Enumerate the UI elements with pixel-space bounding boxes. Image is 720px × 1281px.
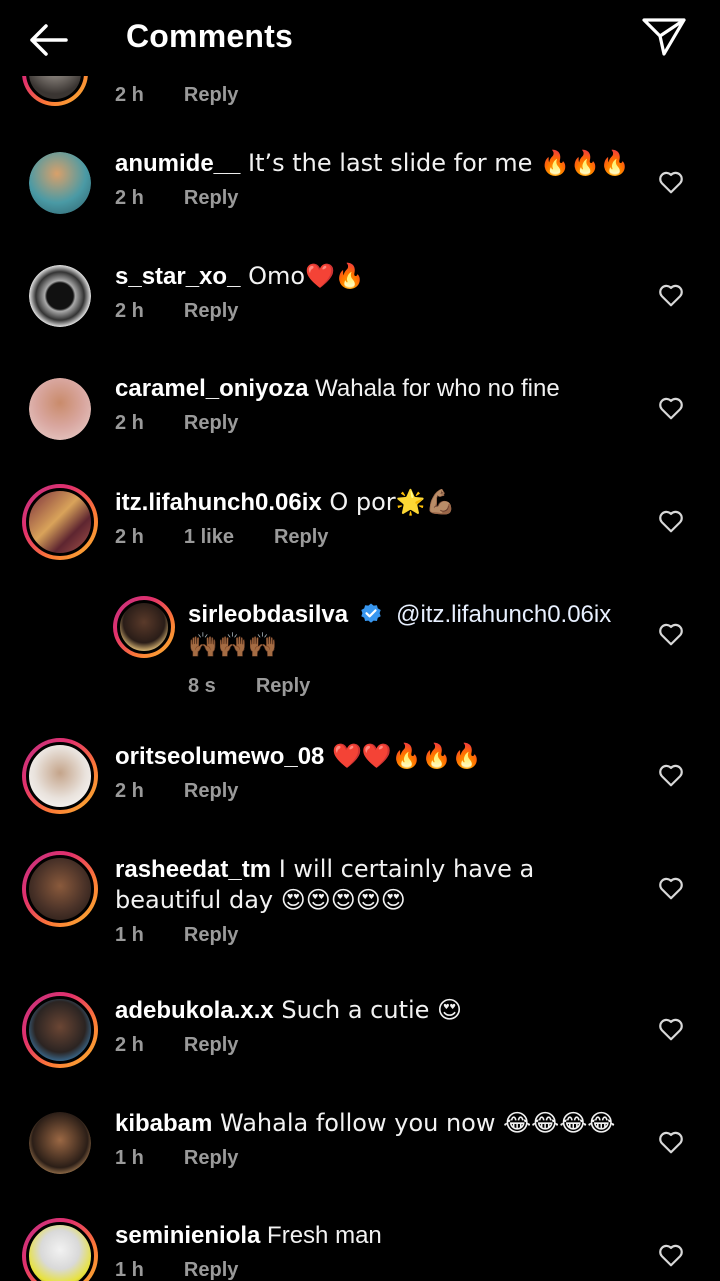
avatar[interactable] <box>29 152 91 214</box>
comment-time: 8 s <box>188 675 216 697</box>
verified-badge-icon <box>361 603 381 623</box>
comment-username[interactable]: seminieniola <box>115 1222 260 1249</box>
heart-icon[interactable] <box>658 1243 684 1267</box>
comment-username[interactable]: caramel_oniyoza <box>115 375 308 402</box>
comment-text: It’s the last slide for me 🔥🔥🔥 <box>240 149 630 177</box>
reply-button[interactable]: Reply <box>184 187 238 210</box>
reply-button[interactable]: Reply <box>184 84 238 107</box>
comment-time: 2 h <box>115 84 144 106</box>
comment-username[interactable]: adebukola.x.x <box>115 997 274 1024</box>
reply-button[interactable]: Reply <box>184 412 238 435</box>
avatar[interactable] <box>29 265 91 327</box>
comment-username[interactable]: rasheedat_tm <box>115 856 271 883</box>
heart-icon[interactable] <box>658 1017 684 1041</box>
page-title: Comments <box>126 18 293 54</box>
comment-time: 1 h <box>115 1259 144 1281</box>
comment-username[interactable]: oritseolumewo_08 <box>115 743 324 770</box>
reply-button[interactable]: Reply <box>184 924 238 947</box>
comment-time: 1 h <box>115 924 144 946</box>
avatar[interactable] <box>22 1218 98 1281</box>
heart-icon[interactable] <box>658 283 684 307</box>
heart-icon[interactable] <box>658 1130 684 1154</box>
comment-time: 2 h <box>115 526 144 548</box>
reply-button[interactable]: Reply <box>274 526 328 549</box>
heart-icon[interactable] <box>658 876 684 900</box>
comment-text: Wahala follow you now 😂😂😂😂 <box>212 1109 616 1137</box>
comment-time: 2 h <box>115 187 144 209</box>
avatar[interactable] <box>22 484 98 560</box>
comment-time: 2 h <box>115 300 144 322</box>
comment-text: 🙌🏾🙌🏾🙌🏾 <box>188 631 278 659</box>
heart-icon[interactable] <box>658 170 684 194</box>
comment-text: Such a cutie 😍 <box>273 996 463 1024</box>
comment-time: 2 h <box>115 412 144 434</box>
avatar[interactable] <box>29 1112 91 1174</box>
comment-text: Omo❤️🔥 <box>240 262 365 290</box>
comment-text: O por🌟💪🏽 <box>321 488 456 516</box>
avatar[interactable] <box>113 596 175 658</box>
mention-link[interactable]: @itz.lifahunch0.06ix <box>396 601 611 628</box>
top-bar: Comments <box>0 0 720 76</box>
heart-icon[interactable] <box>658 509 684 533</box>
avatar[interactable] <box>29 378 91 440</box>
comment-username[interactable]: sirleobdasilva <box>188 601 348 628</box>
reply-button[interactable]: Reply <box>184 1259 238 1281</box>
comment-time: 1 h <box>115 1147 144 1169</box>
comment-time: 2 h <box>115 1034 144 1056</box>
reply-button[interactable]: Reply <box>184 1147 238 1170</box>
comment-username[interactable]: anumide__ <box>115 150 240 177</box>
comments-list: 2 h Reply anumide__ It’s the last slide f… <box>0 0 720 1281</box>
comment-username[interactable]: itz.lifahunch0.06ix <box>115 489 322 516</box>
likes-count[interactable]: 1 like <box>184 526 234 549</box>
heart-icon[interactable] <box>658 622 684 646</box>
heart-icon[interactable] <box>658 763 684 787</box>
avatar[interactable] <box>22 992 98 1068</box>
comment-time: 2 h <box>115 780 144 802</box>
reply-button[interactable]: Reply <box>184 1034 238 1057</box>
comment-text: Wahala for who no fine <box>308 375 560 402</box>
reply-button[interactable]: Reply <box>184 300 238 323</box>
comment-text: Fresh man <box>260 1222 382 1249</box>
arrow-left-icon[interactable] <box>26 20 72 60</box>
avatar[interactable] <box>22 851 98 927</box>
reply-button[interactable]: Reply <box>184 780 238 803</box>
avatar[interactable] <box>22 738 98 814</box>
comment-username[interactable]: s_star_xo_ <box>115 263 240 290</box>
paper-plane-icon[interactable] <box>640 14 688 58</box>
heart-icon[interactable] <box>658 396 684 420</box>
comment-username[interactable]: kibabam <box>115 1110 212 1137</box>
comment-text: ❤️❤️🔥🔥🔥 <box>324 742 482 770</box>
reply-button[interactable]: Reply <box>256 675 310 698</box>
